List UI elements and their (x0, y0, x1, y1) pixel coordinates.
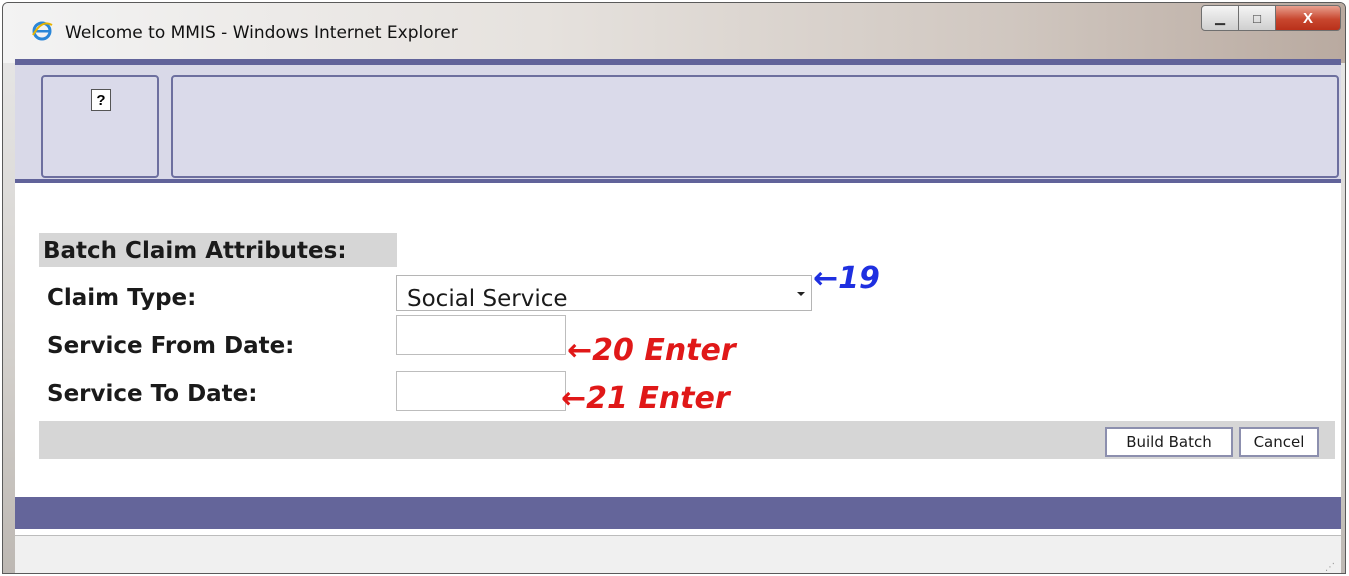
window-controls: ▁ □ X (1201, 5, 1341, 31)
status-bar: ⋰ (15, 535, 1341, 573)
annotation-21: ←21 Enter (561, 381, 730, 416)
service-from-date-input[interactable] (396, 315, 566, 355)
annotation-21-text: 21 Enter (586, 381, 730, 416)
annotation-19: ←19 (813, 261, 880, 296)
title-bar: Welcome to MMIS - Windows Internet Explo… (3, 3, 1345, 63)
claim-type-value: Social Service (407, 286, 568, 312)
section-title: Batch Claim Attributes: (43, 238, 347, 264)
dropdown-arrow-icon (797, 292, 805, 296)
browser-window: Welcome to MMIS - Windows Internet Explo… (2, 2, 1346, 574)
help-button[interactable]: ? (91, 89, 111, 111)
minimize-button[interactable]: ▁ (1201, 5, 1239, 31)
help-panel: ? (41, 75, 159, 178)
resize-grip-icon[interactable]: ⋰ (1325, 562, 1335, 573)
arrow-left-icon: ← (567, 333, 593, 368)
header-panel (171, 75, 1339, 178)
service-to-date-label: Service To Date: (47, 381, 258, 407)
page-content: ? Batch Claim Attributes: Claim Type: So… (15, 59, 1341, 573)
service-to-date-input[interactable] (396, 371, 566, 411)
claim-type-label: Claim Type: (47, 285, 197, 311)
header-toolbar: ? (15, 65, 1341, 183)
service-from-date-label: Service From Date: (47, 333, 295, 359)
action-bar: Build Batch Cancel (39, 421, 1335, 459)
footer-bar (15, 497, 1341, 529)
annotation-20-text: 20 Enter (592, 333, 736, 368)
claim-type-select[interactable]: Social Service (396, 275, 812, 312)
annotation-19-text: 19 (838, 261, 880, 296)
annotation-20: ←20 Enter (567, 333, 736, 368)
window-title: Welcome to MMIS - Windows Internet Explo… (65, 23, 458, 43)
maximize-button[interactable]: □ (1238, 5, 1276, 31)
ie-icon (32, 21, 53, 41)
arrow-left-icon: ← (813, 261, 839, 296)
section-header: Batch Claim Attributes: (39, 233, 397, 267)
arrow-left-icon: ← (561, 381, 587, 416)
build-batch-button[interactable]: Build Batch (1105, 427, 1233, 457)
close-button[interactable]: X (1275, 5, 1341, 31)
cancel-button[interactable]: Cancel (1239, 427, 1319, 457)
